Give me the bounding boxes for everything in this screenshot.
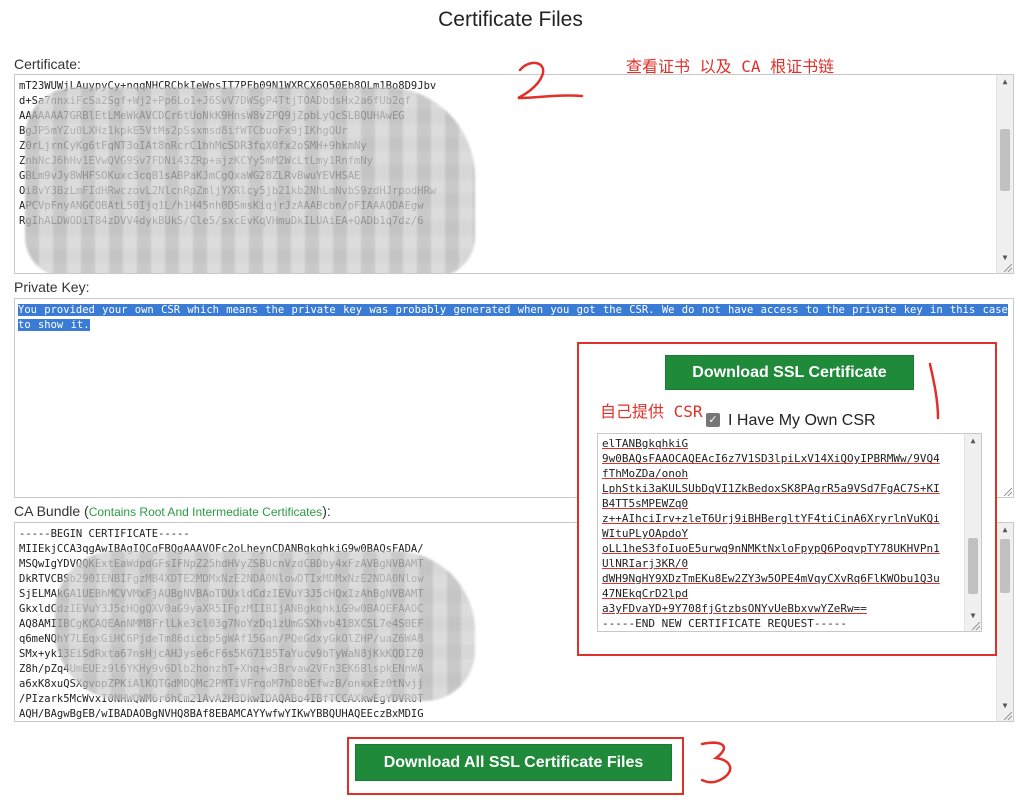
private-key-text: You provided your own CSR which means th… xyxy=(18,304,1008,331)
annotation-own-csr: 自己提供 CSR xyxy=(600,402,703,421)
annotation-view-cert-chain: 查看证书 以及 CA 根证书链 xyxy=(626,57,835,76)
csr-scrollbar[interactable]: ▲ ▼ xyxy=(964,434,981,631)
text-line: -----END NEW CERTIFICATE REQUEST----- xyxy=(602,617,848,630)
private-key-label: Private Key: xyxy=(14,279,90,295)
annotation-mark-3 xyxy=(700,741,732,784)
download-ssl-certificate-button[interactable]: Download SSL Certificate xyxy=(665,355,914,390)
text-line: B4TT5sMPEWZq0 xyxy=(602,497,689,510)
redaction-blur xyxy=(55,551,475,701)
certificate-label: Certificate: xyxy=(14,56,81,72)
resize-grip-icon[interactable] xyxy=(972,622,980,630)
certificate-textarea[interactable]: mT23WUWjLAuypyCy+nqqNHCRCbkIeWpsIT7PFb09… xyxy=(14,74,1014,274)
annotation-mark-1 xyxy=(928,362,940,420)
scroll-thumb[interactable] xyxy=(968,538,978,594)
scroll-down-icon[interactable]: ▼ xyxy=(997,251,1013,265)
text-line: fThMoZDa/onoh xyxy=(602,467,689,480)
scroll-down-icon[interactable]: ▼ xyxy=(997,699,1013,713)
csr-text: elTANBgkqhkiG 9w0BAQsFAAOCAQEAcI6z7V1SD3l… xyxy=(602,436,940,631)
scroll-thumb[interactable] xyxy=(1000,129,1010,191)
text-line: dWH9NgHY9XDzTmEKu8Ew2ZY3w5OPE4mVqyCXvRq6… xyxy=(602,572,940,585)
text-line: -----BEGIN CERTIFICATE----- xyxy=(19,528,190,540)
own-csr-checkbox[interactable]: ✓ xyxy=(706,413,720,427)
text-line: AQH/BAgwBgEB/wIBADAOBgNVHQ8BAf8EBAMCAYYw… xyxy=(19,708,424,720)
text-line: WItuPLyOApdoY xyxy=(602,527,689,540)
ca-bundle-hint: Contains Root And Intermediate Certifica… xyxy=(88,505,323,519)
scroll-up-icon[interactable]: ▲ xyxy=(997,523,1013,537)
certificate-scrollbar[interactable]: ▲ ▼ xyxy=(996,75,1013,273)
text-line: elTANBgkqhkiG xyxy=(602,437,689,450)
text-line: oLL1heS3foIuoE5urwq9nNMKtNxloFpypQ6Poqvp… xyxy=(602,542,940,555)
scroll-up-icon[interactable]: ▲ xyxy=(997,75,1013,89)
text-line: 9w0BAQsFAAOCAQEAcI6z7V1SD3lpiLxV14XiQOyI… xyxy=(602,452,940,465)
text-line: a3yFDvaYD+9Y708fjGtzbsONYvUeBbxvwYZeRw== xyxy=(602,602,867,615)
redaction-blur xyxy=(25,87,475,273)
text-line: LphStki3aKULSUbDqVI1ZkBedoxSK8PAgrR5a9VS… xyxy=(602,482,940,495)
scroll-down-icon[interactable]: ▼ xyxy=(965,609,981,623)
text-line: z++AIhciIrv+zleT6Urj9iBHBergltYF4tiCinA6… xyxy=(602,512,940,525)
resize-grip-icon[interactable] xyxy=(1004,712,1012,720)
resize-grip-icon[interactable] xyxy=(1004,488,1012,496)
text-line: UlNRIarj3KR/0 xyxy=(602,557,689,570)
download-all-ssl-files-button[interactable]: Download All SSL Certificate Files xyxy=(355,744,672,781)
ca-bundle-scrollbar[interactable]: ▲ ▼ xyxy=(996,523,1013,721)
ca-bundle-label: CA Bundle (Contains Root And Intermediat… xyxy=(14,503,331,519)
own-csr-checkbox-label: I Have My Own CSR xyxy=(728,412,876,429)
csr-textarea[interactable]: elTANBgkqhkiG 9w0BAQsFAAOCAQEAcI6z7V1SD3l… xyxy=(597,433,982,632)
annotation-mark-2 xyxy=(517,61,584,100)
page-title: Certificate Files xyxy=(438,8,583,31)
scroll-up-icon[interactable]: ▲ xyxy=(965,434,981,448)
resize-grip-icon[interactable] xyxy=(1004,264,1012,272)
scroll-thumb[interactable] xyxy=(1000,539,1010,593)
text-line: 47NEkqCrD2lpd xyxy=(602,587,689,600)
